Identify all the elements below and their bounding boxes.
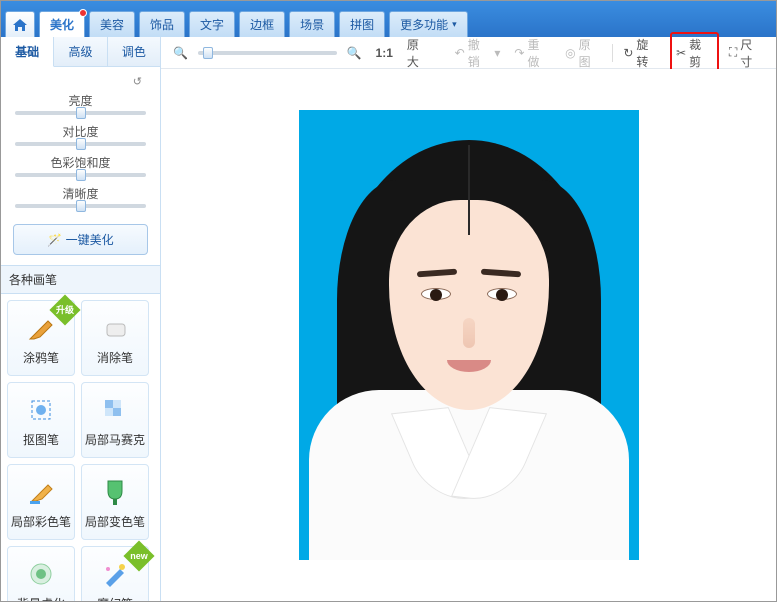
new-badge-icon: new [123,540,154,571]
chevron-down-icon: ▾ [494,46,500,60]
tab-more[interactable]: 更多功能 ▾ [389,11,468,37]
tool-eraser[interactable]: 消除笔 [81,300,149,376]
tab-label: 美化 [50,16,74,33]
notification-dot-icon [79,9,87,17]
chevron-down-icon: ▾ [452,19,457,30]
tool-label: 消除笔 [97,349,133,366]
tab-label: 更多功能 [400,16,448,33]
tool-label: 涂鸦笔 [23,349,59,366]
hue-brush-icon [98,475,132,509]
rotate-icon: ↻ [623,46,633,60]
zoom-slider[interactable] [198,51,337,55]
tool-label: 魔幻笔 [97,595,133,602]
undo-icon: ↶ [455,46,465,60]
tab-frame[interactable]: 边框 [239,11,285,37]
subtab-color[interactable]: 调色 [108,37,160,66]
tab-label: 拼图 [350,16,374,33]
reset-sliders-button[interactable]: ↺ [15,75,146,88]
one-key-label: 一键美化 [66,233,114,247]
home-tab[interactable] [5,11,35,37]
tab-label: 美容 [100,16,124,33]
tool-magic-brush[interactable]: new 魔幻笔 [81,546,149,601]
tab-collage[interactable]: 拼图 [339,11,385,37]
size-icon: ⛶ [729,45,737,60]
tool-cutout[interactable]: 抠图笔 [7,382,75,458]
tool-label: 局部彩色笔 [11,513,71,530]
brush-section-title: 各种画笔 [1,265,160,294]
zoom-in-icon: 🔍 [347,46,362,60]
slider-thumb[interactable] [76,169,86,181]
scissors-icon: ✂ [676,46,686,60]
zoom-out-icon: 🔍 [173,46,188,60]
magic-icon [98,557,132,591]
tab-accessory[interactable]: 饰品 [139,11,185,37]
eraser-icon [98,311,132,345]
wand-icon: 🪄 [47,233,62,247]
rotate-button[interactable]: ↻ 旋转 [619,34,664,72]
tool-local-hue-brush[interactable]: 局部变色笔 [81,464,149,540]
undo-button[interactable]: ↶ 撤销 ▾ [451,34,505,72]
resize-button[interactable]: ⛶ 尺寸 [725,34,768,72]
contrast-slider[interactable] [15,142,146,146]
canvas-area: 🔍 🔍 1:1 原大 ↶ 撤销 ▾ ↷ 重做 ◎ 原图 [161,37,776,601]
slider-thumb[interactable] [76,107,86,119]
crop-button[interactable]: ✂ 裁剪 [670,32,719,74]
sidebar: 基础 高级 调色 ↺ 亮度 对比度 色彩饱和度 清晰度 🪄 [1,37,161,601]
compare-original-button[interactable]: ◎ 原图 [561,34,606,72]
brightness-slider[interactable] [15,111,146,115]
separator [612,44,613,62]
brush-icon [24,311,58,345]
redo-icon: ↷ [514,46,524,60]
tab-scene[interactable]: 场景 [289,11,335,37]
brush-tool-grid: 升级 涂鸦笔 消除笔 抠图笔 局部马赛克 局部彩色笔 局 [1,294,160,601]
subtab-advanced[interactable]: 高级 [54,37,107,66]
tab-beautify[interactable]: 美化 [39,11,85,37]
tool-doodle-brush[interactable]: 升级 涂鸦笔 [7,300,75,376]
color-brush-icon [24,475,58,509]
one-key-beautify-button[interactable]: 🪄 一键美化 [13,224,148,255]
tab-label: 边框 [250,16,274,33]
tab-label: 文字 [200,16,224,33]
upgrade-badge-icon: 升级 [49,294,80,325]
zoom-in-button[interactable]: 🔍 [343,44,366,62]
slider-thumb[interactable] [76,138,86,150]
original-icon: ◎ [565,46,575,60]
subtab-bar: 基础 高级 调色 [1,37,160,67]
slider-thumb[interactable] [76,200,86,212]
tool-local-color-brush[interactable]: 局部彩色笔 [7,464,75,540]
tool-label: 背景虚化 [17,595,65,602]
reset-icon: ↺ [133,76,142,88]
zoom-out-button[interactable]: 🔍 [169,44,192,62]
sharpness-slider[interactable] [15,204,146,208]
zoom-1to1-button[interactable]: 1:1 [372,44,397,62]
redo-button[interactable]: ↷ 重做 [510,34,555,72]
blur-icon [24,557,58,591]
tool-label: 抠图笔 [23,431,59,448]
tool-background-blur[interactable]: 背景虚化 [7,546,75,601]
tool-label: 局部变色笔 [85,513,145,530]
canvas-stage[interactable] [161,69,776,601]
tab-label: 饰品 [150,16,174,33]
subtab-basic[interactable]: 基础 [1,37,54,67]
tab-text[interactable]: 文字 [189,11,235,37]
mosaic-icon [98,393,132,427]
zoom-original-button[interactable]: 原大 [403,34,435,72]
tool-label: 局部马赛克 [85,431,145,448]
tab-label: 场景 [300,16,324,33]
slider-thumb[interactable] [203,47,213,59]
id-photo [299,110,639,560]
home-icon [12,18,28,32]
tool-mosaic[interactable]: 局部马赛克 [81,382,149,458]
saturation-slider[interactable] [15,173,146,177]
canvas-toolbar: 🔍 🔍 1:1 原大 ↶ 撤销 ▾ ↷ 重做 ◎ 原图 [161,37,776,69]
cutout-icon [24,393,58,427]
tab-cosmetic[interactable]: 美容 [89,11,135,37]
